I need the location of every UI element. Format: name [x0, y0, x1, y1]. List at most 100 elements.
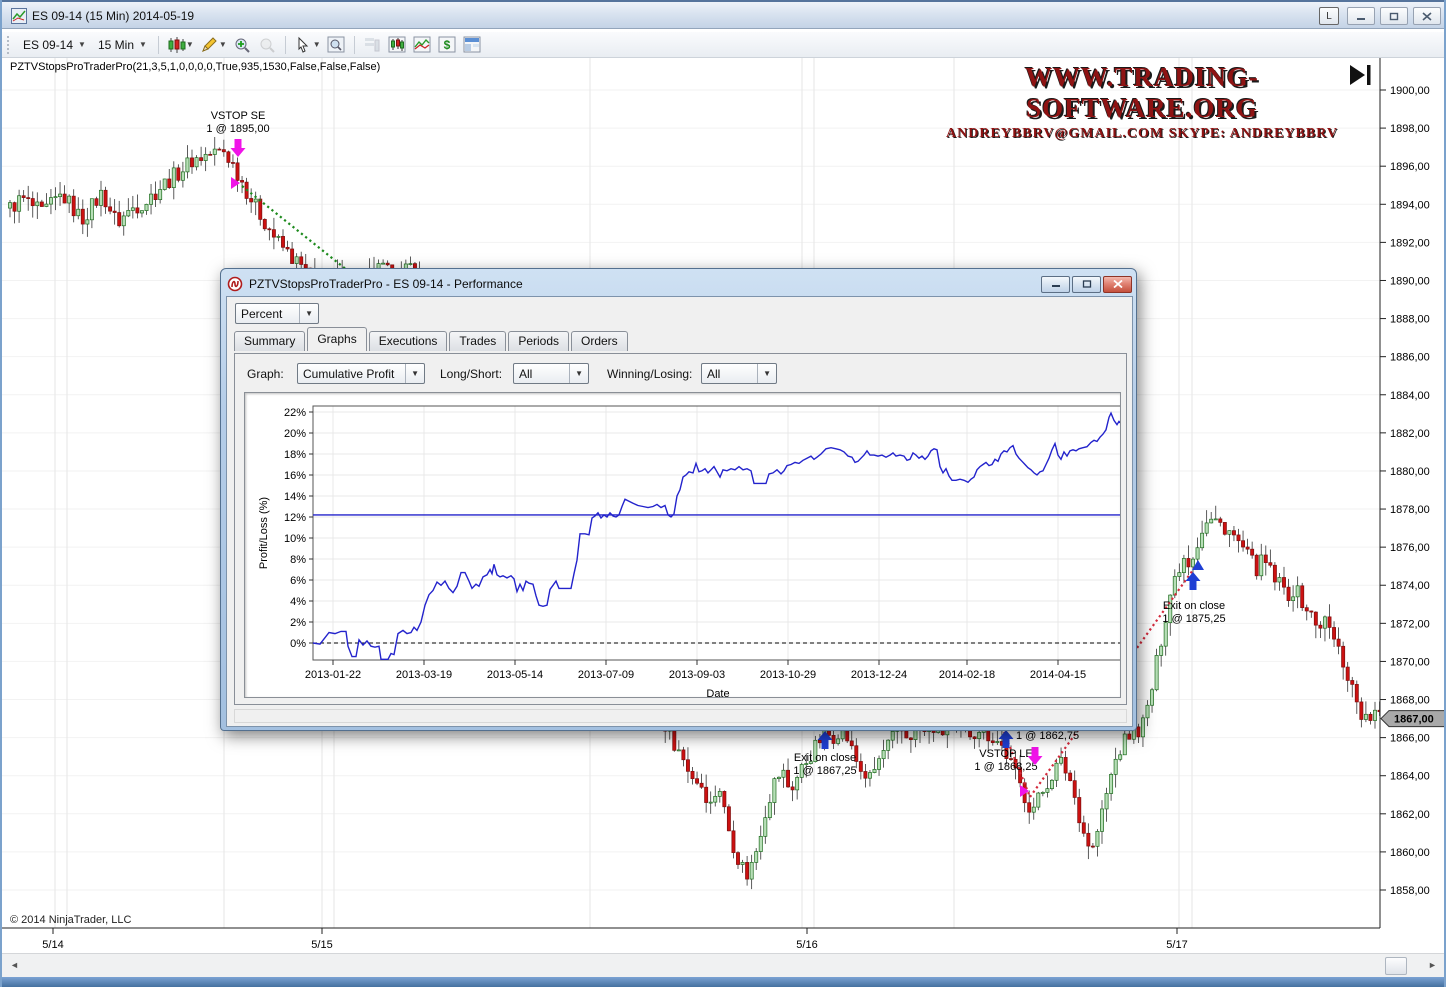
cumulative-profit-chart[interactable]: 22%20%18%16%14%12%10%8%6%4%2%0%2013-01-2…	[245, 393, 1120, 697]
account-dollar-icon: $	[438, 36, 457, 54]
play-to-end-icon[interactable]	[1348, 63, 1374, 87]
candle-body	[168, 179, 171, 188]
toolbar-grip[interactable]	[7, 36, 12, 54]
candle-body	[746, 862, 749, 879]
y-tick-label: 16%	[284, 470, 306, 482]
candle-body	[796, 777, 799, 789]
scroll-left-icon[interactable]: ◄	[10, 960, 19, 970]
data-box-button[interactable]	[324, 35, 349, 55]
candle-body	[127, 210, 130, 215]
candle-body	[227, 152, 230, 163]
candle-body	[27, 198, 30, 199]
y-tick-label: 22%	[284, 407, 306, 419]
y-axis-title: Profit/Loss (%)	[258, 497, 270, 569]
candle-body	[1205, 523, 1208, 533]
chart-trader-button[interactable]	[460, 35, 485, 55]
price-tick-label: 1860,00	[1390, 847, 1430, 859]
candle-body	[705, 787, 708, 802]
tab-executions[interactable]: Executions	[369, 331, 448, 351]
candle-body	[86, 220, 89, 224]
y-tick-label: 0%	[290, 638, 306, 650]
winlose-combo[interactable]: All▼	[701, 363, 777, 384]
candle-body	[1037, 793, 1040, 807]
candle-body	[281, 236, 284, 247]
zoom-in-button[interactable]	[230, 35, 255, 55]
y-tick-label: 2%	[290, 617, 306, 629]
candle-body	[691, 771, 694, 778]
tab-periods[interactable]: Periods	[508, 331, 569, 351]
dialog-minimize-button[interactable]	[1041, 276, 1070, 293]
candle-body	[259, 199, 262, 219]
tab-graphs[interactable]: Graphs	[307, 327, 366, 351]
candle-body	[1178, 573, 1181, 577]
strategy-plot-button[interactable]	[410, 35, 435, 55]
candle-body	[718, 791, 721, 796]
scrollbar-thumb[interactable]	[1385, 957, 1407, 975]
account-dollar-button[interactable]: $	[435, 35, 460, 55]
x-tick-label: 2013-01-22	[305, 669, 361, 681]
candle-body	[177, 168, 180, 180]
candle-body	[1264, 555, 1267, 563]
price-tick-label: 1864,00	[1390, 771, 1430, 783]
candle-body	[996, 741, 999, 742]
price-tick-label: 1858,00	[1390, 885, 1430, 897]
performance-dialog: PZTVStopsProTraderPro - ES 09-14 - Perfo…	[220, 268, 1137, 731]
close-button[interactable]	[1413, 7, 1441, 25]
candle-body	[1137, 727, 1140, 737]
zoom-out-button[interactable]	[255, 35, 280, 55]
dialog-titlebar[interactable]: PZTVStopsProTraderPro - ES 09-14 - Perfo…	[227, 273, 1132, 295]
price-tick-label: 1886,00	[1390, 352, 1430, 364]
candle-body	[1287, 587, 1290, 600]
candle-body	[1182, 558, 1185, 572]
candle-body	[154, 194, 157, 200]
instrument-selector[interactable]: ES 09-14▼	[17, 36, 92, 54]
interval-selector[interactable]: 15 Min▼	[92, 36, 153, 54]
window-bottom-border	[2, 977, 1446, 987]
indicator-label: PZTVStopsProTraderPro(21,3,5,1,0,0,0,0,T…	[10, 61, 380, 73]
longshort-combo[interactable]: All▼	[513, 363, 589, 384]
candle-body	[1069, 773, 1072, 781]
candle-body	[409, 264, 412, 265]
candle-body	[1314, 612, 1317, 625]
candle-body	[131, 208, 134, 211]
trade-annotation: 1 @ 1862,75	[1016, 730, 1079, 742]
candle-body	[1032, 807, 1035, 812]
graph-label: Graph:	[247, 367, 284, 381]
candle-body	[700, 783, 703, 787]
dialog-close-button[interactable]	[1103, 276, 1132, 293]
cursor-button[interactable]: ▼	[291, 35, 324, 55]
tab-orders[interactable]: Orders	[571, 331, 628, 351]
candle-body	[118, 213, 121, 226]
chart-analyzer-button[interactable]	[385, 35, 410, 55]
graphs-tab-panel: Graph: Cumulative Profit▼ Long/Short: Al…	[234, 353, 1127, 705]
candle-body	[1201, 533, 1204, 548]
candle-body	[1164, 623, 1167, 646]
minimize-button[interactable]	[1347, 7, 1375, 25]
candle-body	[777, 777, 780, 778]
window-title: ES 09-14 (15 Min) 2014-05-19	[32, 9, 194, 23]
candle-body	[991, 741, 994, 743]
price-tick-label: 1896,00	[1390, 161, 1430, 173]
candle-body	[104, 190, 107, 207]
lock-button[interactable]: L	[1319, 7, 1339, 25]
chart-toolbar: ES 09-14▼ 15 Min▼ ▼▼▼$	[2, 32, 1446, 58]
restore-button[interactable]	[1380, 7, 1408, 25]
tab-summary[interactable]: Summary	[234, 331, 305, 351]
trade-arrow-up-icon	[1186, 572, 1201, 590]
drawing-tools-button[interactable]: ▼	[197, 35, 230, 55]
toolbar-separator	[158, 36, 159, 54]
tab-trades[interactable]: Trades	[449, 331, 506, 351]
price-tick-label: 1866,00	[1390, 733, 1430, 745]
display-unit-combo[interactable]: Percent▼	[235, 303, 319, 324]
dialog-restore-button[interactable]	[1072, 276, 1101, 293]
graph-type-combo[interactable]: Cumulative Profit▼	[297, 363, 425, 384]
candle-body	[1055, 763, 1058, 780]
chart-style-button[interactable]: ▼	[164, 35, 197, 55]
scroll-right-icon[interactable]: ►	[1428, 960, 1437, 970]
market-analyzer-button[interactable]	[360, 35, 385, 55]
chevron-down-icon: ▼	[186, 40, 194, 49]
candle-body	[1141, 718, 1144, 737]
candle-body	[1364, 714, 1367, 719]
candle-body	[222, 150, 225, 152]
candle-body	[978, 732, 981, 738]
